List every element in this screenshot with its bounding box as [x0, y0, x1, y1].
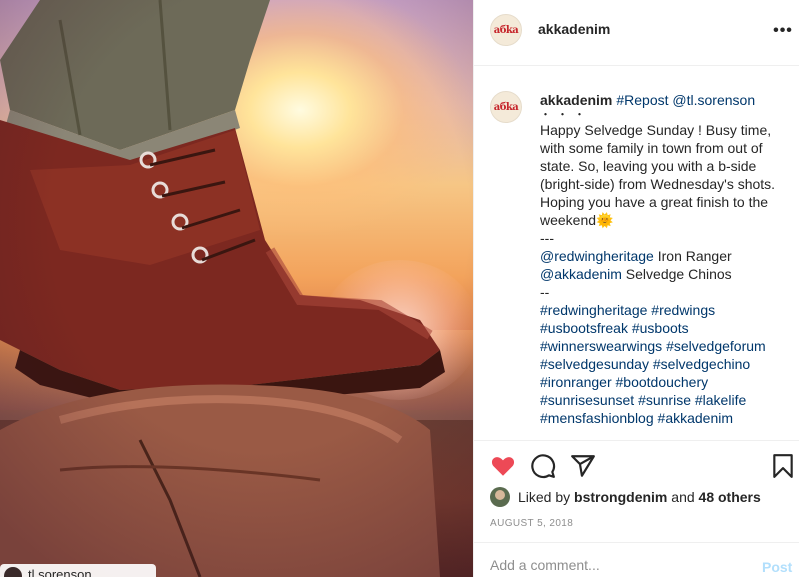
hashtag-link[interactable]: #winnerswearwings	[540, 338, 662, 354]
post-photo[interactable]: tl.sorenson	[0, 0, 473, 577]
hashtag-link[interactable]: #ironranger	[540, 374, 612, 390]
comment-input[interactable]	[490, 557, 740, 573]
mention-link[interactable]: @tl.sorenson	[672, 92, 755, 108]
caption-line: state. So, leaving you with a b-side	[540, 158, 757, 174]
header-username[interactable]: akkadenim	[538, 21, 610, 37]
hashtag-link[interactable]: #lakelife	[695, 392, 746, 408]
hashtag-link[interactable]: #selvedgechino	[653, 356, 750, 372]
hashtag-link[interactable]: #redwings	[651, 302, 715, 318]
caption-text-fragment: Selvedge Chinos	[621, 266, 732, 282]
hashtag-link[interactable]: #sunrisesunset	[540, 392, 634, 408]
photo-vignette	[0, 0, 473, 577]
logo-text: aбka	[493, 24, 519, 36]
mention-link[interactable]: @redwingheritage	[540, 248, 654, 264]
caption-username[interactable]: akkadenim	[540, 92, 612, 108]
share-icon[interactable]	[570, 453, 596, 479]
post-side-panel: aбka akkadenim ••• aбka akkadenim #Repost…	[473, 0, 799, 577]
bookmark-icon[interactable]	[770, 453, 796, 479]
likes-others-link[interactable]: 48 others	[699, 489, 761, 505]
likes-and: and	[671, 489, 695, 505]
hashtag-link[interactable]: #selvedgeforum	[666, 338, 766, 354]
mention-link[interactable]: @akkadenim	[540, 266, 622, 282]
heart-icon[interactable]	[490, 453, 516, 479]
avatar[interactable]	[490, 487, 510, 507]
caption-separator: --	[540, 284, 550, 300]
caption-separator: ---	[540, 230, 554, 246]
caption-line: with some family in town from out of	[540, 140, 763, 156]
post-header: aбka akkadenim •••	[474, 0, 799, 66]
hashtag-link[interactable]: #Repost	[616, 92, 668, 108]
logo-text: aбka	[493, 101, 519, 113]
comment-box: Post	[474, 542, 799, 577]
comment-icon[interactable]	[530, 453, 556, 479]
caption-line: (bright-side) from Wednesday's shots.	[540, 176, 776, 192]
caption-text-fragment: Iron Ranger	[653, 248, 732, 264]
caption-area: aбka akkadenim #Repost @tl.sorenson ・・・ H…	[474, 67, 799, 440]
caption-dots: ・・・	[540, 109, 591, 121]
more-options-icon[interactable]: •••	[773, 22, 793, 40]
profile-avatar-logo[interactable]: aбka	[490, 14, 522, 46]
likes-summary: Liked by bstrongdenim and 48 others	[490, 486, 761, 508]
hashtag-link[interactable]: #bootdouchery	[616, 374, 709, 390]
photo-credit-username: tl.sorenson	[28, 567, 92, 577]
post-date[interactable]: AUGUST 5, 2018	[490, 518, 573, 529]
hashtag-link[interactable]: #sunrise	[638, 392, 691, 408]
hashtag-link[interactable]: #selvedgesunday	[540, 356, 649, 372]
caption-avatar-logo[interactable]: aбka	[490, 91, 522, 123]
avatar	[4, 567, 22, 577]
caption-line: Happy Selvedge Sunday ! Busy time,	[540, 122, 772, 138]
caption-line: weekend🌞	[540, 212, 614, 228]
likes-prefix: Liked by	[518, 489, 571, 505]
post-comment-button[interactable]: Post	[762, 559, 792, 575]
hashtag-link[interactable]: #usbootsfreak	[540, 320, 628, 336]
hashtag-link[interactable]: #usboots	[632, 320, 689, 336]
liker-username[interactable]: bstrongdenim	[574, 489, 667, 505]
hashtag-link[interactable]: #mensfashionblog	[540, 410, 654, 426]
photo-credit-tag[interactable]: tl.sorenson	[0, 564, 156, 577]
caption-text: akkadenim #Repost @tl.sorenson ・・・ Happy …	[540, 91, 796, 427]
caption-line: Hoping you have a great finish to the	[540, 194, 769, 210]
action-bar	[474, 440, 799, 492]
hashtag-link[interactable]: #akkadenim	[658, 410, 734, 426]
hashtag-link[interactable]: #redwingheritage	[540, 302, 647, 318]
